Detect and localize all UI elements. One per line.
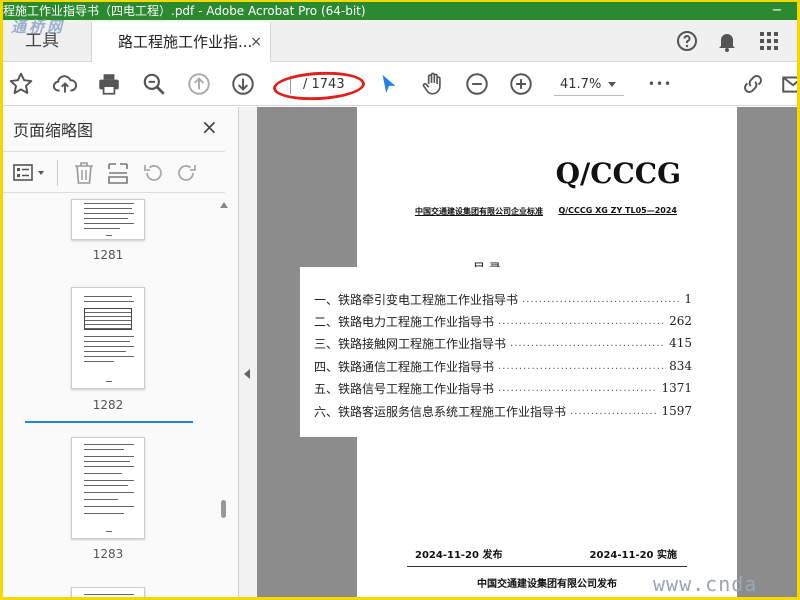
apps-grid-icon[interactable] [757, 29, 781, 53]
thumbnails-panel-title: 页面缩略图 [13, 121, 94, 140]
thumbnail-page-label: 1283 [92, 547, 124, 561]
email-icon[interactable] [779, 70, 797, 98]
zoom-level-value: 41.7% [560, 77, 602, 92]
tab-document[interactable]: 路工程施工作业指... × [91, 22, 271, 62]
toc-entry-title: 六、铁路客运服务信息系统工程施工作业指导书 [314, 404, 567, 419]
thumbnail-options-menu[interactable] [13, 164, 47, 182]
thumbnail-table [84, 308, 132, 330]
close-panel-icon[interactable]: × [201, 115, 218, 139]
page-thumbnails-panel: 页面缩略图 × 1281 1282 1283 [3, 107, 239, 597]
print-icon[interactable] [95, 70, 123, 98]
toc-entry[interactable]: 六、铁路客运服务信息系统工程施工作业指导书 ..................… [314, 402, 692, 420]
watermark-bottom: www.cnda [653, 572, 758, 596]
toc-entry-title: 五、铁路信号工程施工作业指导书 [314, 381, 495, 396]
window-title-bar: 程施工作业指导书（四电工程）.pdf - Adobe Acrobat Pro (… [3, 2, 797, 20]
thumbnail-page-label: 1282 [92, 398, 124, 412]
select-cursor-icon[interactable] [375, 70, 403, 98]
help-icon[interactable] [675, 29, 699, 53]
rotate-left-icon[interactable] [141, 161, 165, 189]
cloud-upload-icon[interactable] [51, 70, 79, 98]
acrobat-window: 程施工作业指导书（四电工程）.pdf - Adobe Acrobat Pro (… [3, 2, 797, 597]
toc-leader: ........................................… [498, 360, 666, 372]
more-options-icon[interactable]: ••• [646, 70, 674, 98]
effective-date: 2024-11-20 实施 [589, 550, 677, 561]
table-of-contents: 一、铁路牵引变电工程施工作业指导书 ......................… [300, 267, 700, 437]
toc-entry[interactable]: 四、铁路通信工程施工作业指导书 ........................… [314, 357, 692, 375]
toc-leader: ........................................… [570, 405, 658, 417]
toc-entry-title: 二、铁路电力工程施工作业指导书 [314, 314, 495, 329]
panel-collapse-strip[interactable] [239, 107, 257, 597]
bookmark-star-icon[interactable] [7, 70, 35, 98]
notification-bell-icon[interactable] [715, 29, 739, 53]
toc-leader: ........................................… [522, 293, 681, 305]
main-toolbar: / 1743 41.7% ••• [3, 62, 797, 106]
standard-organization: 中国交通建设集团有限公司企业标准 [415, 207, 543, 216]
zoom-search-icon[interactable] [140, 70, 168, 98]
scrollbar-thumb[interactable] [221, 500, 226, 518]
collapse-left-arrow-icon[interactable] [244, 369, 250, 379]
thumbnail-page-label: 1281 [92, 248, 124, 262]
toc-entry-page: 415 [669, 336, 692, 350]
toc-entry-title: 四、铁路通信工程施工作业指导书 [314, 359, 495, 374]
insert-page-icon[interactable] [107, 161, 129, 189]
toc-entry-page: 1371 [661, 381, 692, 395]
standard-number: Q/CCCG XG ZY TL05—2024 [558, 206, 677, 215]
chevron-down-icon [608, 82, 616, 87]
toc-leader: ........................................… [498, 315, 666, 327]
page-thumbnail[interactable] [71, 287, 145, 389]
toolbar-divider [57, 160, 58, 186]
zoom-level-dropdown[interactable]: 41.7% [554, 74, 624, 96]
toc-leader: ........................................… [498, 382, 658, 394]
toc-entry-title: 三、铁路接触网工程施工作业指导书 [314, 336, 507, 351]
toc-entry-page: 262 [669, 314, 692, 328]
toc-entry-page: 1597 [661, 404, 692, 418]
previous-page-icon[interactable] [185, 70, 213, 98]
tab-document-label: 路工程施工作业指... [118, 33, 253, 51]
share-link-icon[interactable] [739, 70, 767, 98]
page-thumbnail[interactable] [71, 437, 145, 539]
issue-date: 2024-11-20 发布 [415, 550, 503, 561]
rotate-right-icon[interactable] [175, 161, 199, 189]
page-thumbnail[interactable] [71, 199, 145, 240]
tab-bar: 工具 通桥网 路工程施工作业指... × [3, 18, 797, 62]
watermark-top: 通桥网 [11, 18, 66, 36]
minimize-button[interactable]: − [757, 2, 797, 20]
standard-code: Q/CCCG [555, 157, 681, 190]
zoom-out-icon[interactable] [463, 70, 491, 98]
toc-entry[interactable]: 五、铁路信号工程施工作业指导书 ........................… [314, 379, 692, 397]
hand-tool-icon[interactable] [419, 70, 447, 98]
thumbnails-scrollbar[interactable] [217, 200, 231, 597]
toc-entry-page: 834 [669, 359, 692, 373]
page-thumbnail[interactable] [71, 587, 145, 597]
delete-page-icon[interactable] [73, 161, 95, 189]
selected-thumbnail-indicator [25, 421, 193, 423]
zoom-in-icon[interactable] [507, 70, 535, 98]
divider [407, 566, 687, 567]
toc-entry-title: 一、铁路牵引变电工程施工作业指导书 [314, 292, 519, 307]
toc-entry[interactable]: 一、铁路牵引变电工程施工作业指导书 ......................… [314, 290, 692, 308]
tab-close-icon[interactable]: × [250, 22, 262, 62]
toc-entry[interactable]: 三、铁路接触网工程施工作业指导书 .......................… [314, 334, 692, 352]
toc-entry[interactable]: 二、铁路电力工程施工作业指导书 ........................… [314, 312, 692, 330]
next-page-icon[interactable] [229, 70, 257, 98]
toc-leader: ........................................… [510, 337, 666, 349]
toc-entry-page: 1 [684, 292, 692, 306]
thumbnails-toolbar [3, 151, 225, 193]
